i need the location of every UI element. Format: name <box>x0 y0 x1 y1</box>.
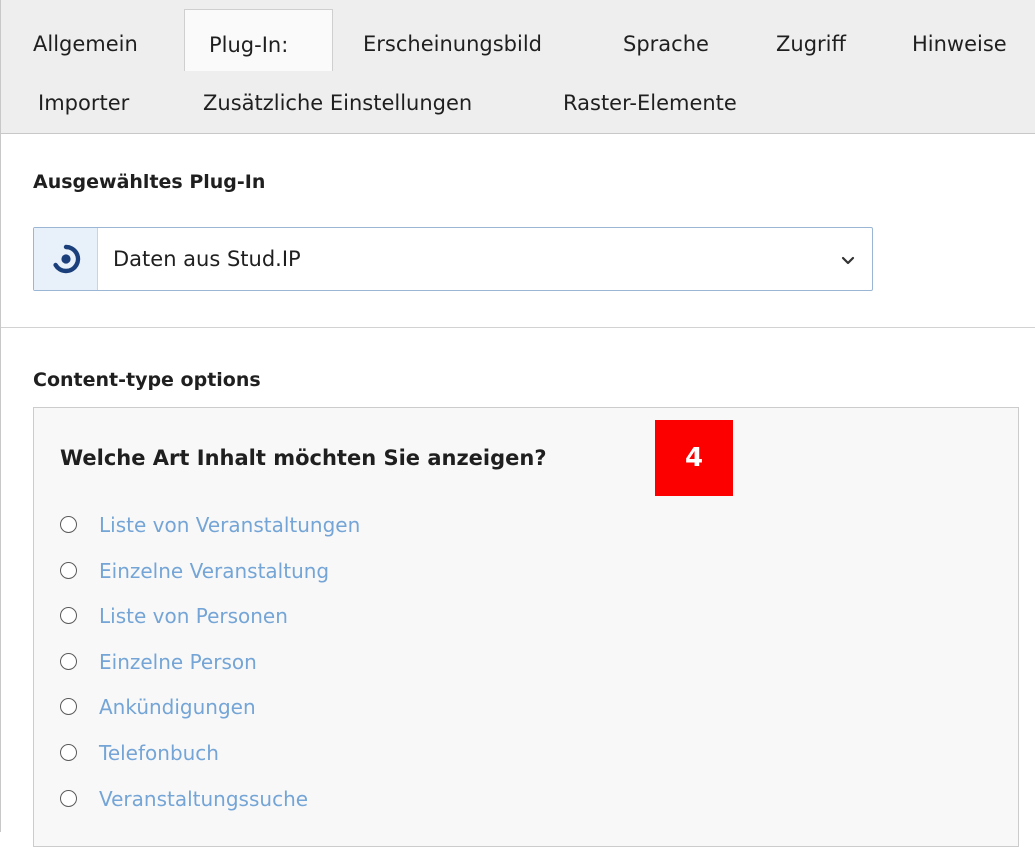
tab-hinweise[interactable]: Hinweise <box>912 31 1007 57</box>
studip-logo-icon <box>34 228 98 290</box>
tab-plug-in[interactable]: Plug-In: <box>184 9 333 71</box>
plugin-select[interactable]: Daten aus Stud.IP <box>33 227 873 291</box>
tab-importer[interactable]: Importer <box>38 90 129 116</box>
tab-sprache[interactable]: Sprache <box>623 31 709 57</box>
tab-allgemein[interactable]: Allgemein <box>33 31 138 57</box>
radio-button[interactable] <box>60 790 77 807</box>
tab-raster-elemente[interactable]: Raster-Elemente <box>563 90 737 116</box>
radio-label[interactable]: Veranstaltungssuche <box>99 786 308 812</box>
radio-button[interactable] <box>60 607 77 624</box>
section-divider <box>1 327 1035 328</box>
plugin-select-value: Daten aus Stud.IP <box>113 247 301 271</box>
radio-label[interactable]: Liste von Veranstaltungen <box>99 512 360 538</box>
radio-label[interactable]: Telefonbuch <box>99 740 219 766</box>
radio-label[interactable]: Einzelne Veranstaltung <box>99 558 329 584</box>
tab-zusaetzliche-einstellungen[interactable]: Zusätzliche Einstellungen <box>203 90 472 116</box>
content-question-label: Welche Art Inhalt möchten Sie anzeigen? <box>60 446 547 470</box>
tab-erscheinungsbild[interactable]: Erscheinungsbild <box>363 31 542 57</box>
radio-button[interactable] <box>60 653 77 670</box>
radio-button[interactable] <box>60 698 77 715</box>
radio-label[interactable]: Liste von Personen <box>99 603 288 629</box>
radio-label[interactable]: Ankündigungen <box>99 694 256 720</box>
radio-button[interactable] <box>60 744 77 761</box>
radio-label[interactable]: Einzelne Person <box>99 649 257 675</box>
step-badge: 4 <box>655 420 733 496</box>
radio-button[interactable] <box>60 516 77 533</box>
content-type-title: Content-type options <box>33 369 261 391</box>
tab-zugriff[interactable]: Zugriff <box>776 31 846 57</box>
tab-bar: Allgemein Plug-In: Erscheinungsbild Spra… <box>1 0 1035 134</box>
plugin-section-title: Ausgewähltes Plug-In <box>33 171 266 193</box>
radio-button[interactable] <box>60 562 77 579</box>
chevron-down-icon <box>840 252 856 271</box>
